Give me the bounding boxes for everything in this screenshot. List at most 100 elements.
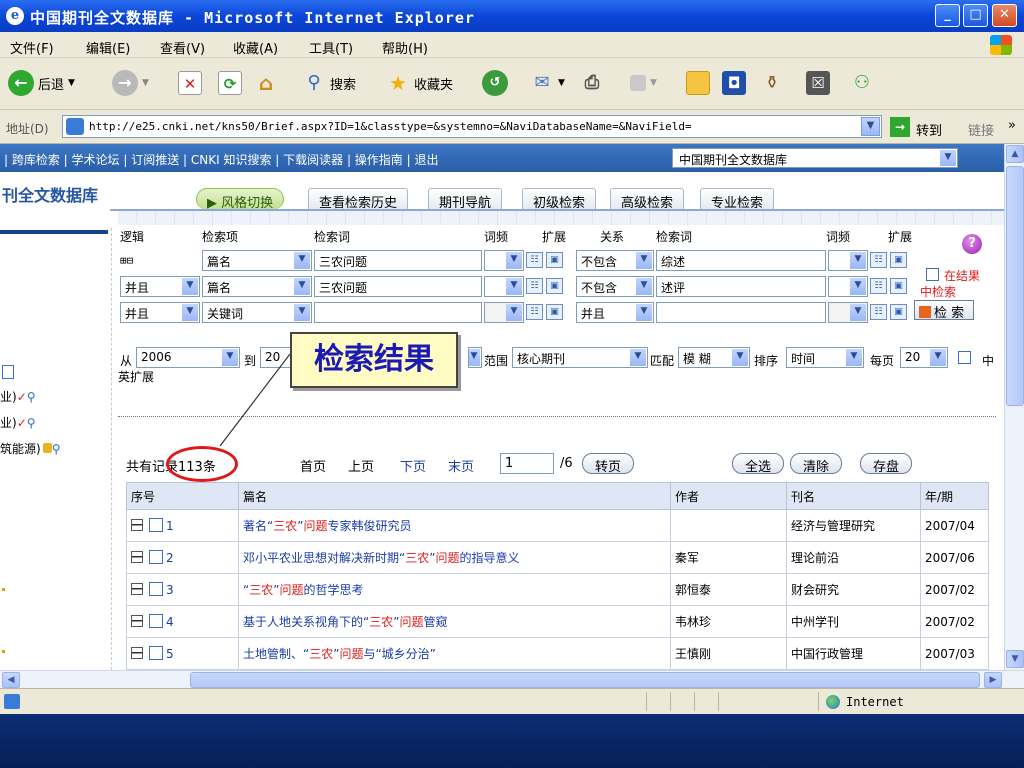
related-expand-icon[interactable]: ▣ — [890, 304, 907, 320]
word-expand-icon[interactable]: ☷ — [870, 278, 887, 294]
save-button[interactable]: 存盘 — [860, 453, 913, 475]
scope-select[interactable]: 核心期刊 ▼ — [512, 347, 648, 368]
relation-select-1[interactable]: 不包含 ▼ — [576, 250, 654, 271]
go-arrow-icon[interactable]: → — [890, 117, 910, 137]
messenger-button[interactable]: ◘ — [722, 68, 746, 98]
record-icon[interactable] — [131, 551, 143, 563]
col-no[interactable]: 序号 — [126, 482, 239, 510]
menu-file[interactable]: 文件(F) — [10, 38, 54, 57]
table-row[interactable]: 3 “三农”问题的哲学思考 郭恒泰 财会研究 2007/02 — [126, 573, 989, 606]
clear-button[interactable]: 清除 — [790, 453, 843, 475]
hscroll-thumb[interactable] — [190, 672, 980, 688]
contacts-button[interactable]: ⚇ — [850, 68, 874, 98]
stop-button[interactable]: ✕ — [178, 68, 202, 98]
address-input[interactable]: http://e25.cnki.net/kns50/Brief.aspx?ID=… — [62, 115, 882, 138]
row-checkbox[interactable] — [149, 550, 163, 564]
row-checkbox[interactable] — [149, 646, 163, 660]
freq-select-3[interactable]: ▼ — [484, 302, 524, 323]
in-results-checkbox[interactable] — [926, 268, 939, 281]
scroll-up-arrow[interactable]: ▲ — [1006, 145, 1024, 163]
scroll-thumb[interactable] — [1006, 166, 1024, 406]
research-button[interactable]: ⚱ — [760, 68, 784, 98]
col-title[interactable]: 篇名 — [238, 482, 671, 510]
history-button[interactable]: ↺ — [482, 68, 508, 98]
row-checkbox[interactable] — [149, 614, 163, 628]
title-cell[interactable]: “三农”问题的哲学思考 — [238, 573, 671, 606]
to-year-dropdown[interactable]: ▼ — [468, 347, 482, 368]
freq-select-1[interactable]: ▼ — [484, 250, 524, 271]
folder-button[interactable] — [686, 68, 710, 98]
links-button[interactable]: 链接 — [968, 120, 994, 139]
term2-input-2[interactable]: 述评 — [656, 276, 826, 297]
forward-button[interactable]: → ▼ — [112, 68, 149, 98]
col-issue[interactable]: 年/期 — [920, 482, 989, 510]
help-icon[interactable]: ? — [962, 234, 982, 254]
related-expand-icon[interactable]: ▣ — [890, 252, 907, 268]
menu-help[interactable]: 帮助(H) — [382, 38, 428, 57]
relation-select-3[interactable]: 并且 ▼ — [576, 302, 654, 323]
article-title-link[interactable]: 土地管制、“三农”问题与“城乡分治” — [243, 647, 436, 661]
chevron-right-icon[interactable]: » — [1008, 118, 1016, 133]
menu-favorites[interactable]: 收藏(A) — [233, 38, 278, 57]
close-button[interactable]: ✕ — [992, 4, 1017, 27]
favorites-button[interactable]: ★ 收藏夹 — [386, 68, 453, 98]
term2-input-3[interactable] — [656, 302, 826, 323]
article-title-link[interactable]: 邓小平农业思想对解决新时期“三农”问题的指导意义 — [243, 551, 519, 565]
maximize-button[interactable]: □ — [963, 4, 988, 27]
row-checkbox[interactable] — [149, 518, 163, 532]
table-row[interactable]: 1 著名“三农”问题专家韩俊研究员 经济与管理研究 2007/04 — [126, 509, 989, 542]
mail-button[interactable]: ✉ ▼ — [530, 68, 564, 98]
related-expand-icon[interactable]: ▣ — [890, 278, 907, 294]
word-expand-icon[interactable]: ☷ — [870, 304, 887, 320]
freq2-select-2[interactable]: ▼ — [828, 276, 868, 297]
record-icon[interactable] — [131, 647, 143, 659]
goto-page-button[interactable]: 转页 — [582, 453, 635, 475]
sort-select[interactable]: 时间 ▼ — [786, 347, 864, 368]
chinese-english-checkbox[interactable] — [958, 351, 971, 364]
last-page-link[interactable]: 末页 — [448, 456, 474, 475]
back-button[interactable]: ← 后退 ▼ — [8, 68, 75, 98]
window-title-bar[interactable]: e 中国期刊全文数据库 - Microsoft Internet Explore… — [0, 0, 1024, 32]
database-select[interactable]: 中国期刊全文数据库 ▼ — [672, 148, 958, 168]
article-title-link[interactable]: 著名“三农”问题专家韩俊研究员 — [243, 519, 411, 533]
tab-basic-search[interactable]: 初级检索 — [522, 188, 597, 211]
related-expand-icon[interactable]: ▣ — [546, 278, 563, 294]
record-icon[interactable] — [131, 583, 143, 595]
relation-select-2[interactable]: 不包含 ▼ — [576, 276, 654, 297]
chevron-down-icon[interactable]: ▼ — [861, 117, 880, 136]
table-row[interactable]: 4 基于人地关系视角下的“三农”问题管窥 韦林珍 中州学刊 2007/02 — [126, 605, 989, 638]
table-row[interactable]: 5 土地管制、“三农”问题与“城乡分治” 王慎刚 中国行政管理 2007/03 — [126, 637, 989, 670]
col-journal[interactable]: 刊名 — [786, 482, 921, 510]
select-all-button[interactable]: 全选 — [732, 453, 785, 475]
per-page-select[interactable]: 20 ▼ — [900, 347, 948, 368]
word-expand-icon[interactable]: ☷ — [526, 278, 543, 294]
related-expand-icon[interactable]: ▣ — [546, 252, 563, 268]
title-cell[interactable]: 基于人地关系视角下的“三农”问题管窥 — [238, 605, 671, 638]
match-select[interactable]: 模 糊 ▼ — [678, 347, 750, 368]
word-expand-icon[interactable]: ☷ — [526, 252, 543, 268]
word-expand-icon[interactable]: ☷ — [526, 304, 543, 320]
tab-journal-nav[interactable]: 期刊导航 — [428, 188, 503, 211]
table-row[interactable]: 2 邓小平农业思想对解决新时期“三农”问题的指导意义 秦军 理论前沿 2007/06 — [126, 541, 989, 574]
record-icon[interactable] — [131, 615, 143, 627]
tab-advanced-search[interactable]: 高级检索 — [610, 188, 685, 211]
minimize-button[interactable]: _ — [935, 4, 960, 27]
menu-view[interactable]: 查看(V) — [160, 38, 205, 57]
go-button[interactable]: 转到 — [916, 120, 942, 139]
search-submit-button[interactable]: 检 索 — [914, 300, 974, 321]
title-cell[interactable]: 邓小平农业思想对解决新时期“三农”问题的指导意义 — [238, 541, 671, 574]
edit-button[interactable]: ▼ — [630, 68, 657, 98]
related-expand-icon[interactable]: ▣ — [546, 304, 563, 320]
horizontal-scrollbar[interactable]: ◀ ▶ — [0, 670, 1024, 688]
home-button[interactable]: ⌂ — [254, 68, 278, 98]
freq-select-2[interactable]: ▼ — [484, 276, 524, 297]
freq2-select-3[interactable]: ▼ — [828, 302, 868, 323]
refresh-button[interactable]: ⟳ — [218, 68, 242, 98]
print-button[interactable]: ⎙ — [580, 68, 604, 98]
row-checkbox[interactable] — [149, 582, 163, 596]
prev-page-link[interactable]: 上页 — [348, 456, 374, 475]
vertical-scrollbar[interactable]: ▲ ▼ — [1004, 144, 1024, 670]
freq2-select-1[interactable]: ▼ — [828, 250, 868, 271]
scroll-right-arrow[interactable]: ▶ — [984, 672, 1002, 688]
tab-expert-search[interactable]: 专业检索 — [700, 188, 775, 211]
